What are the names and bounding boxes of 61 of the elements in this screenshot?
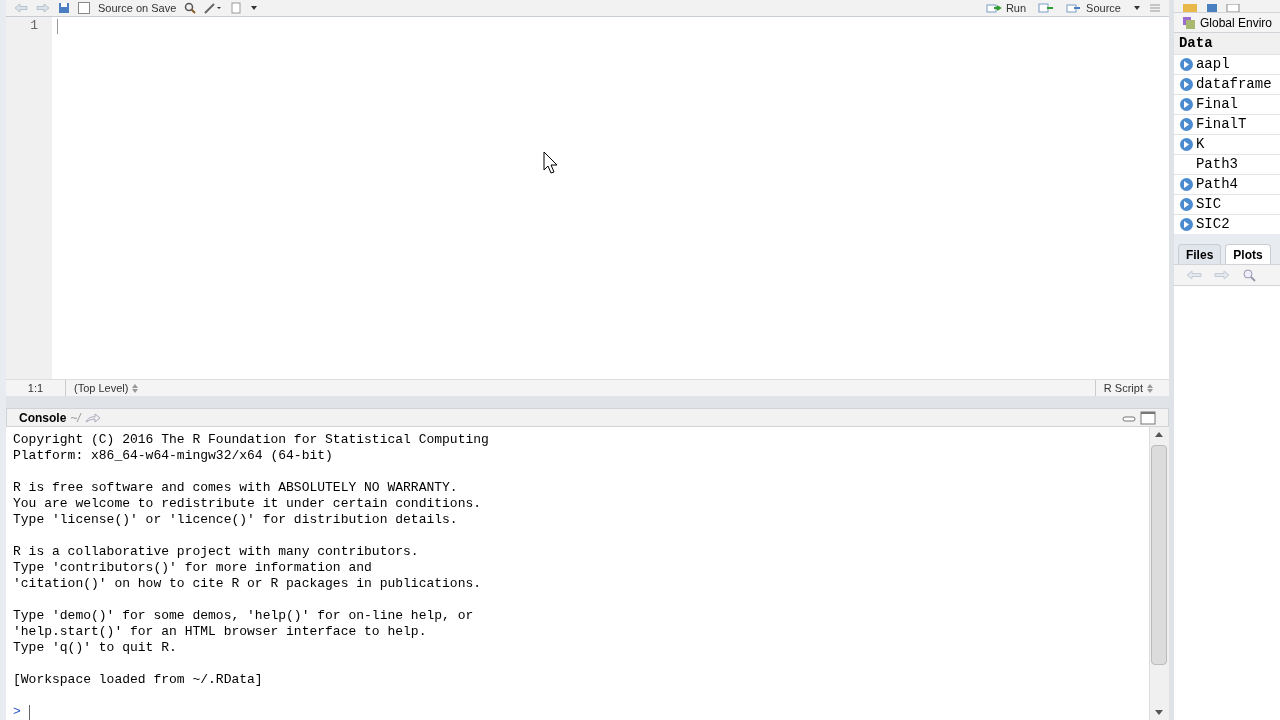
save-icon[interactable] (58, 2, 70, 14)
source-button[interactable]: Source (1062, 0, 1125, 17)
variable-name[interactable]: Path3 (1195, 155, 1238, 174)
scrollbar[interactable] (1148, 427, 1169, 720)
console-output-line: Type 'q()' to quit R. (13, 640, 178, 656)
console-output-line: R is a collaborative project with many contributors. (13, 544, 420, 560)
expand-icon[interactable] (1179, 78, 1193, 91)
pane-tab[interactable]: Files (1177, 244, 1222, 264)
variable-name[interactable]: K (1195, 135, 1205, 154)
console-output-line: [Workspace loaded from ~/.RData] (13, 672, 264, 688)
maximize-icon[interactable] (1139, 410, 1156, 425)
source-icon (1066, 3, 1083, 13)
expand-icon[interactable] (1179, 178, 1193, 191)
pane-tab[interactable]: Plots (1225, 244, 1271, 264)
expand-icon[interactable] (1179, 138, 1193, 151)
variable-name[interactable]: SIC2 (1195, 215, 1230, 234)
expand-icon[interactable] (1179, 218, 1193, 231)
run-button[interactable]: Run (981, 0, 1031, 17)
console-title[interactable]: Console (19, 408, 67, 427)
checkbox[interactable] (78, 2, 90, 14)
console-output-line: 'citation()' on how to cite R or R packages in publications. (13, 576, 483, 592)
console-output-line: R is free software and comes with ABSOLUTELY NO WARRANTY. (13, 480, 459, 496)
expand-icon[interactable] (1179, 58, 1193, 71)
console-output-line: Copyright (C) 2016 The R Foundation for Statistical Computing (13, 432, 490, 448)
text-cursor (57, 19, 58, 34)
caret-icon[interactable] (250, 5, 259, 11)
console-prompt: > (13, 704, 21, 720)
console-output-line: Type 'contributors()' for more information and (13, 560, 373, 576)
variable-name[interactable]: dataframe (1195, 75, 1272, 94)
text-cursor (28, 704, 30, 720)
console-output-line: 'help.start()' for an HTML browser interface to help. (13, 624, 428, 640)
console-output-line: You are welcome to redistribute it under certain conditions. (13, 496, 483, 512)
variable-name[interactable]: Final (1195, 95, 1238, 114)
zoom-icon[interactable] (1241, 268, 1256, 282)
working-directory: ~/ (70, 409, 81, 427)
console-output-line: Type 'license()' or 'licence()' for distribution details. (13, 512, 459, 528)
environment-selector[interactable]: Global Enviro (1173, 12, 1280, 33)
search-icon[interactable] (184, 2, 197, 14)
stack-icon (1181, 15, 1196, 30)
arrow-icon[interactable] (84, 412, 101, 423)
expand-icon[interactable] (1179, 198, 1193, 211)
console-output-line: Type 'demo()' for some demos, 'help()' for on-line help, or (13, 608, 475, 624)
scope-selector[interactable]: (Top Level) (66, 379, 147, 397)
line-number: 1 (29, 17, 38, 34)
variable-name[interactable]: FinalT (1195, 115, 1247, 134)
save-icon[interactable] (1205, 4, 1218, 12)
sort-arrows-icon (132, 383, 139, 393)
scrollbar-thumb[interactable] (1151, 445, 1168, 665)
run-icon (985, 3, 1002, 13)
console-output-line: Platform: x86_64-w64-mingw32/x64 (64-bit) (13, 448, 334, 464)
variable-name[interactable]: SIC (1195, 195, 1222, 214)
variable-name[interactable]: Path4 (1195, 175, 1238, 194)
expand-icon[interactable] (1179, 118, 1193, 131)
page-icon[interactable] (230, 2, 243, 14)
minimize-icon[interactable] (1121, 413, 1136, 422)
variable-name[interactable]: aapl (1195, 55, 1230, 74)
sort-arrows-icon (1146, 383, 1153, 393)
section-header: Data (1173, 33, 1280, 54)
caret-icon[interactable] (1132, 5, 1141, 11)
expand-icon[interactable] (1179, 98, 1193, 111)
source-on-save-label: Source on Save (98, 0, 177, 16)
